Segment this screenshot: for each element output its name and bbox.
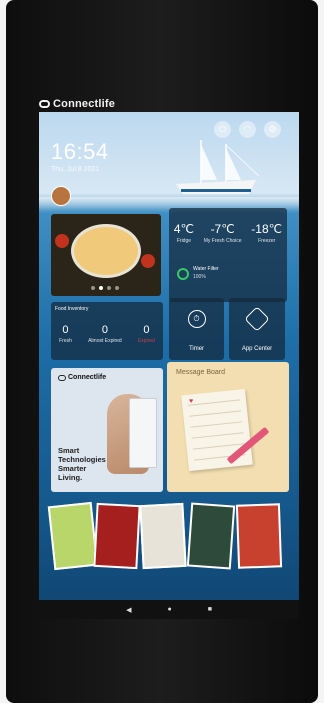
brand-name: Connectlife	[53, 98, 116, 110]
connectlife-logo: Connectlife	[39, 98, 115, 110]
user-avatar[interactable]	[51, 186, 71, 206]
back-button[interactable]: ◀	[126, 606, 131, 614]
temp-fridge: 4℃ Fridge	[173, 222, 195, 244]
timer-icon: ⏱	[187, 310, 206, 328]
photo-salad[interactable]	[139, 502, 187, 570]
recents-button[interactable]: ■	[208, 606, 212, 613]
temp-fresh-choice: -7℃ My Fresh Choice	[203, 222, 242, 244]
tomato-image-2	[141, 254, 155, 268]
inventory-almost-expired: 0 Almost Expired	[88, 324, 122, 344]
app-center-icon	[244, 306, 270, 332]
connectlife-promo-tile[interactable]: Connectlife Smart Technologies Smarter L…	[51, 368, 163, 492]
photo-drinks[interactable]	[186, 502, 236, 570]
heart-icon: ♥	[189, 398, 194, 405]
recipe-carousel-tile[interactable]	[51, 214, 161, 296]
tomato-image	[55, 234, 69, 248]
clock-date: Thu, Jul 8 2021	[51, 166, 100, 173]
app-center-label: App Center	[241, 346, 273, 352]
photo-strawberries[interactable]	[93, 502, 141, 570]
water-filter-value: 100%	[193, 274, 206, 280]
inventory-title: Food Inventory	[55, 306, 89, 312]
connectlife-promo-logo: Connectlife	[58, 374, 106, 381]
wifi-icon[interactable]: ◠	[239, 121, 256, 138]
settings-gear-icon[interactable]: ⚙	[264, 121, 281, 138]
screen-off-icon[interactable]: ⏻	[214, 121, 231, 138]
touch-screen: 16:54 Thu, Jul 8 2021 ⏻ ◠ ⚙ 4℃ Fridge -7…	[39, 112, 299, 619]
food-inventory-tile[interactable]: Food Inventory 0 Fresh 0 Almost Expired …	[51, 302, 163, 360]
temp-freezer: -18℃ Freezer	[251, 222, 283, 244]
water-filter-title: Water Filter	[193, 266, 219, 272]
fridge-screen-image	[129, 398, 157, 468]
temperature-tile[interactable]: 4℃ Fridge -7℃ My Fresh Choice -18℃ Freez…	[169, 208, 287, 302]
refrigerator-panel: Connectlife 16:54 Thu, Jul 8 2021 ⏻ ◠ ⚙	[6, 0, 318, 703]
pizza-dish-image	[71, 224, 141, 278]
timer-label: Timer	[188, 346, 205, 352]
message-board-title: Message Board	[176, 369, 226, 376]
message-board-tile[interactable]: Message Board ♥	[167, 362, 289, 492]
food-photo-gallery[interactable]	[47, 500, 291, 580]
photo-lemons[interactable]	[47, 501, 99, 571]
water-filter-icon	[177, 268, 189, 280]
timer-tile[interactable]: ⏱ Timer	[169, 298, 224, 360]
connectlife-slogan: Smart Technologies Smarter Living.	[58, 446, 106, 482]
system-nav-bar: ◀ ● ■	[39, 600, 299, 619]
app-center-tile[interactable]: App Center	[229, 298, 285, 360]
sailing-ship-image	[176, 140, 260, 194]
inventory-fresh: 0 Fresh	[59, 324, 72, 344]
carousel-indicator	[91, 286, 119, 290]
clock-time: 16:54	[51, 139, 109, 164]
photo-dish[interactable]	[235, 503, 283, 569]
inventory-expired: 0 Expired	[137, 324, 155, 344]
connectlife-logo-mark	[39, 100, 50, 108]
home-button[interactable]: ●	[167, 606, 171, 613]
